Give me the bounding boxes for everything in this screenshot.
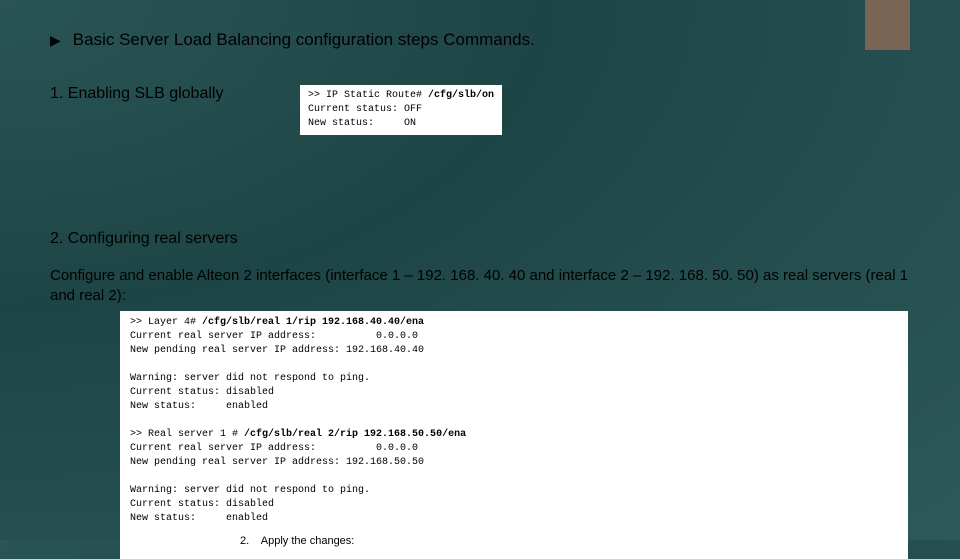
step1-code-block: >> IP Static Route# /cfg/slb/on Current … <box>300 85 502 135</box>
code-text: >> IP Static Route# <box>308 90 428 101</box>
code-text: New status: ON <box>308 118 416 129</box>
step2-label: 2. Configuring real servers <box>50 230 910 248</box>
code-text: >> Real server 1 # <box>130 429 244 440</box>
code-text: Warning: server did not respond to ping. <box>130 485 370 496</box>
code-text: >> Layer 4# <box>130 317 202 328</box>
code-text: Warning: server did not respond to ping. <box>130 373 370 384</box>
code-text: New pending real server IP address: 192.… <box>130 457 424 468</box>
apply-changes-label: 2. Apply the changes: <box>130 526 898 549</box>
code-command: /cfg/slb/real 2/rip 192.168.50.50/ena <box>244 429 466 440</box>
slide-content: ▶ Basic Server Load Balancing configurat… <box>0 0 960 559</box>
code-text: Current real server IP address: 0.0.0.0 <box>130 443 418 454</box>
slide-title: Basic Server Load Balancing configuratio… <box>73 30 535 50</box>
step1-label: 1. Enabling SLB globally <box>50 85 300 103</box>
code-command: /cfg/slb/real 1/rip 192.168.40.40/ena <box>202 317 424 328</box>
accent-bar <box>865 0 910 50</box>
step1-row: 1. Enabling SLB globally >> IP Static Ro… <box>50 85 910 135</box>
code-text: Current status: disabled <box>130 387 274 398</box>
code-text: Current status: disabled <box>130 499 274 510</box>
bullet-arrow-icon: ▶ <box>50 32 61 49</box>
title-row: ▶ Basic Server Load Balancing configurat… <box>50 30 910 50</box>
step2-code-block: >> Layer 4# /cfg/slb/real 1/rip 192.168.… <box>120 311 908 559</box>
code-text: New status: enabled <box>130 401 268 412</box>
code-text: New pending real server IP address: 192.… <box>130 345 424 356</box>
code-command: /cfg/slb/on <box>428 90 494 101</box>
code-text: Current real server IP address: 0.0.0.0 <box>130 331 418 342</box>
step2-description: Configure and enable Alteon 2 interfaces… <box>50 266 910 305</box>
code-text: New status: enabled <box>130 513 268 524</box>
code-text: Current status: OFF <box>308 104 422 115</box>
